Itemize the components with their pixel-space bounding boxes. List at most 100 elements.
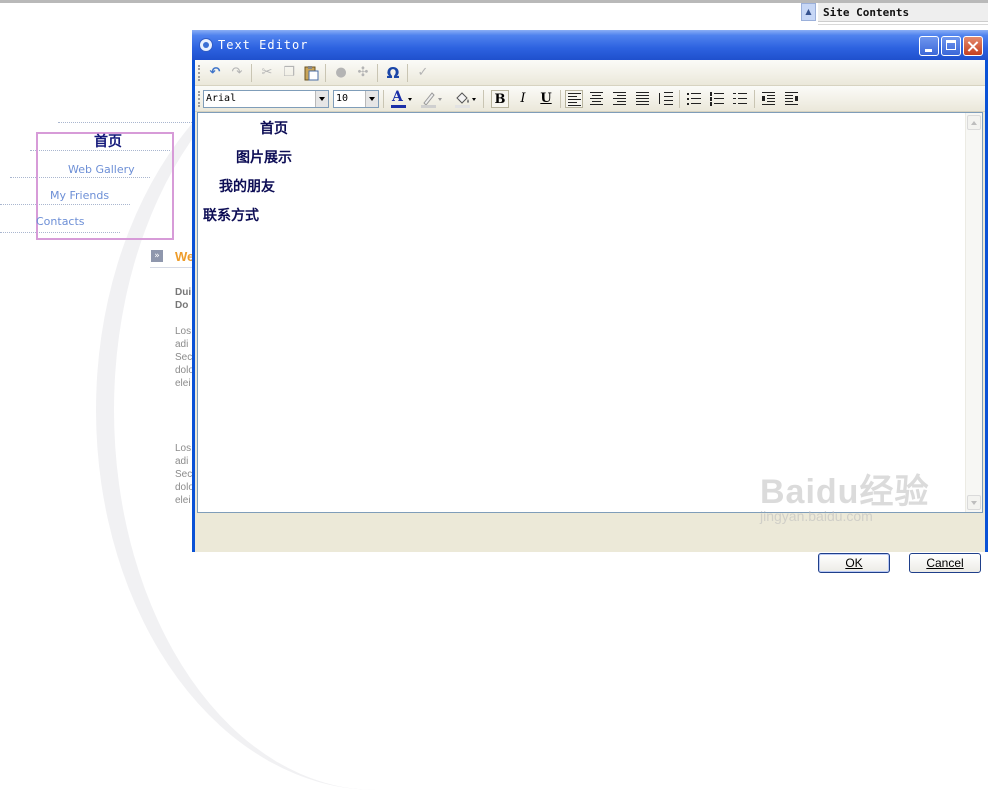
background-color-swatch bbox=[455, 105, 470, 108]
editor-line[interactable]: 图片展示 bbox=[236, 147, 292, 167]
nav-item-contacts[interactable]: Contacts bbox=[36, 215, 85, 228]
numbered-list-icon bbox=[710, 92, 724, 106]
body-text: Los bbox=[175, 443, 192, 454]
align-left-button[interactable] bbox=[565, 90, 583, 108]
toolbar-separator bbox=[251, 64, 252, 82]
editor-line[interactable]: 首页 bbox=[260, 118, 288, 138]
cancel-button[interactable]: Cancel bbox=[909, 553, 981, 573]
editor-content-area[interactable]: 首页 图片展示 我的朋友 联系方式 bbox=[197, 112, 983, 513]
maximize-button[interactable] bbox=[941, 36, 961, 56]
background-color-button[interactable] bbox=[453, 89, 477, 109]
font-color-icon: A bbox=[392, 89, 403, 105]
italic-button[interactable]: I bbox=[514, 90, 532, 108]
body-text: Dui bbox=[175, 287, 192, 298]
editor-line[interactable]: 我的朋友 bbox=[219, 176, 275, 196]
undo-icon[interactable]: ↶ bbox=[205, 63, 225, 83]
baidu-watermark-url: jingyan.baidu.com bbox=[760, 508, 873, 524]
chevron-down-icon[interactable] bbox=[472, 98, 476, 101]
outdent-button[interactable] bbox=[760, 90, 778, 108]
toolbar-separator bbox=[679, 90, 680, 108]
nav-item-home[interactable]: 首页 bbox=[94, 131, 122, 151]
font-size-value: 10 bbox=[336, 93, 349, 104]
bulleted-list-button[interactable] bbox=[685, 90, 703, 108]
highlight-color-swatch bbox=[421, 105, 436, 108]
special-character-icon[interactable]: Ω bbox=[383, 63, 403, 83]
font-name-select[interactable]: Arial bbox=[203, 90, 329, 108]
body-text: Los bbox=[175, 326, 192, 337]
dialog-title: Text Editor bbox=[218, 38, 309, 52]
indent-icon bbox=[785, 92, 799, 105]
toolbar-separator bbox=[325, 64, 326, 82]
toolbar-separator bbox=[377, 64, 378, 82]
numbered-list-button[interactable] bbox=[708, 90, 726, 108]
body-text: Sec bbox=[175, 469, 193, 480]
body-text: elei bbox=[175, 495, 191, 506]
align-right-button[interactable] bbox=[611, 90, 629, 108]
bulleted-list-icon bbox=[687, 92, 701, 105]
redo-icon[interactable]: ↷ bbox=[227, 63, 247, 83]
toolbar-edit: ↶ ↷ ✂ ❐ ● ✣ Ω ✓ bbox=[195, 60, 985, 86]
dash-list-button[interactable] bbox=[731, 90, 749, 108]
dialog-titlebar[interactable]: Text Editor bbox=[192, 30, 988, 60]
body-text: adi bbox=[175, 456, 189, 467]
ok-button-label: OK bbox=[845, 556, 863, 570]
toolbar-format: Arial 10 A B I U bbox=[195, 86, 985, 112]
nav-divider bbox=[58, 122, 192, 123]
justify-icon bbox=[636, 92, 650, 105]
chevron-down-icon[interactable] bbox=[408, 98, 412, 101]
align-right-icon bbox=[613, 92, 627, 105]
site-contents-title: Site Contents bbox=[818, 3, 988, 22]
cancel-button-label: Cancel bbox=[926, 556, 964, 570]
body-text: adi bbox=[175, 339, 189, 350]
editor-line[interactable]: 联系方式 bbox=[203, 205, 259, 225]
dash-list-icon bbox=[733, 92, 747, 105]
toolbar-separator bbox=[407, 64, 408, 82]
align-center-icon bbox=[590, 92, 604, 105]
highlight-color-button[interactable] bbox=[419, 89, 443, 109]
paste-icon[interactable] bbox=[301, 63, 321, 83]
site-contents-divider bbox=[818, 24, 988, 25]
indent-button[interactable] bbox=[783, 90, 801, 108]
body-text: Sec bbox=[175, 352, 193, 363]
outdent-icon bbox=[762, 92, 776, 105]
chevron-down-icon[interactable] bbox=[365, 91, 378, 107]
copy-icon[interactable]: ❐ bbox=[279, 63, 299, 83]
chevron-down-icon[interactable] bbox=[438, 98, 442, 101]
unlink-icon[interactable]: ✣ bbox=[353, 63, 373, 83]
editor-app-icon bbox=[199, 38, 213, 52]
spellcheck-icon[interactable]: ✓ bbox=[413, 63, 433, 83]
minimize-button[interactable] bbox=[919, 36, 939, 56]
chevron-down-icon[interactable] bbox=[315, 91, 328, 107]
line-spacing-icon bbox=[659, 92, 673, 105]
close-button[interactable] bbox=[963, 36, 983, 56]
toolbar-separator bbox=[383, 90, 384, 108]
baidu-watermark: Baidu经验 bbox=[760, 473, 930, 511]
font-color-button[interactable]: A bbox=[389, 89, 413, 109]
toolbar-grip[interactable] bbox=[198, 65, 203, 81]
justify-button[interactable] bbox=[634, 90, 652, 108]
scroll-down-button[interactable] bbox=[967, 495, 981, 510]
toolbar-separator bbox=[560, 90, 561, 108]
underline-button[interactable]: U bbox=[537, 90, 555, 108]
align-center-button[interactable] bbox=[588, 90, 606, 108]
ok-button[interactable]: OK bbox=[818, 553, 890, 573]
toolbar-separator bbox=[754, 90, 755, 108]
section-arrow-icon: » bbox=[151, 250, 163, 262]
body-text: Do bbox=[175, 300, 189, 311]
site-contents-scroll-up-button[interactable]: ▲ bbox=[801, 3, 816, 21]
align-left-icon bbox=[568, 93, 582, 106]
bold-button[interactable]: B bbox=[491, 90, 509, 108]
editor-vertical-scrollbar[interactable] bbox=[965, 113, 982, 512]
line-spacing-button[interactable] bbox=[657, 90, 675, 108]
toolbar-separator bbox=[483, 90, 484, 108]
scroll-up-button[interactable] bbox=[967, 115, 981, 130]
body-text: elei bbox=[175, 378, 191, 389]
nav-item-web-gallery[interactable]: Web Gallery bbox=[68, 163, 135, 176]
link-icon[interactable]: ● bbox=[331, 63, 351, 83]
font-name-value: Arial bbox=[206, 93, 237, 104]
cut-icon[interactable]: ✂ bbox=[257, 63, 277, 83]
section-divider bbox=[150, 267, 195, 268]
nav-item-my-friends[interactable]: My Friends bbox=[50, 189, 109, 202]
font-size-select[interactable]: 10 bbox=[333, 90, 379, 108]
font-color-swatch bbox=[391, 105, 406, 108]
